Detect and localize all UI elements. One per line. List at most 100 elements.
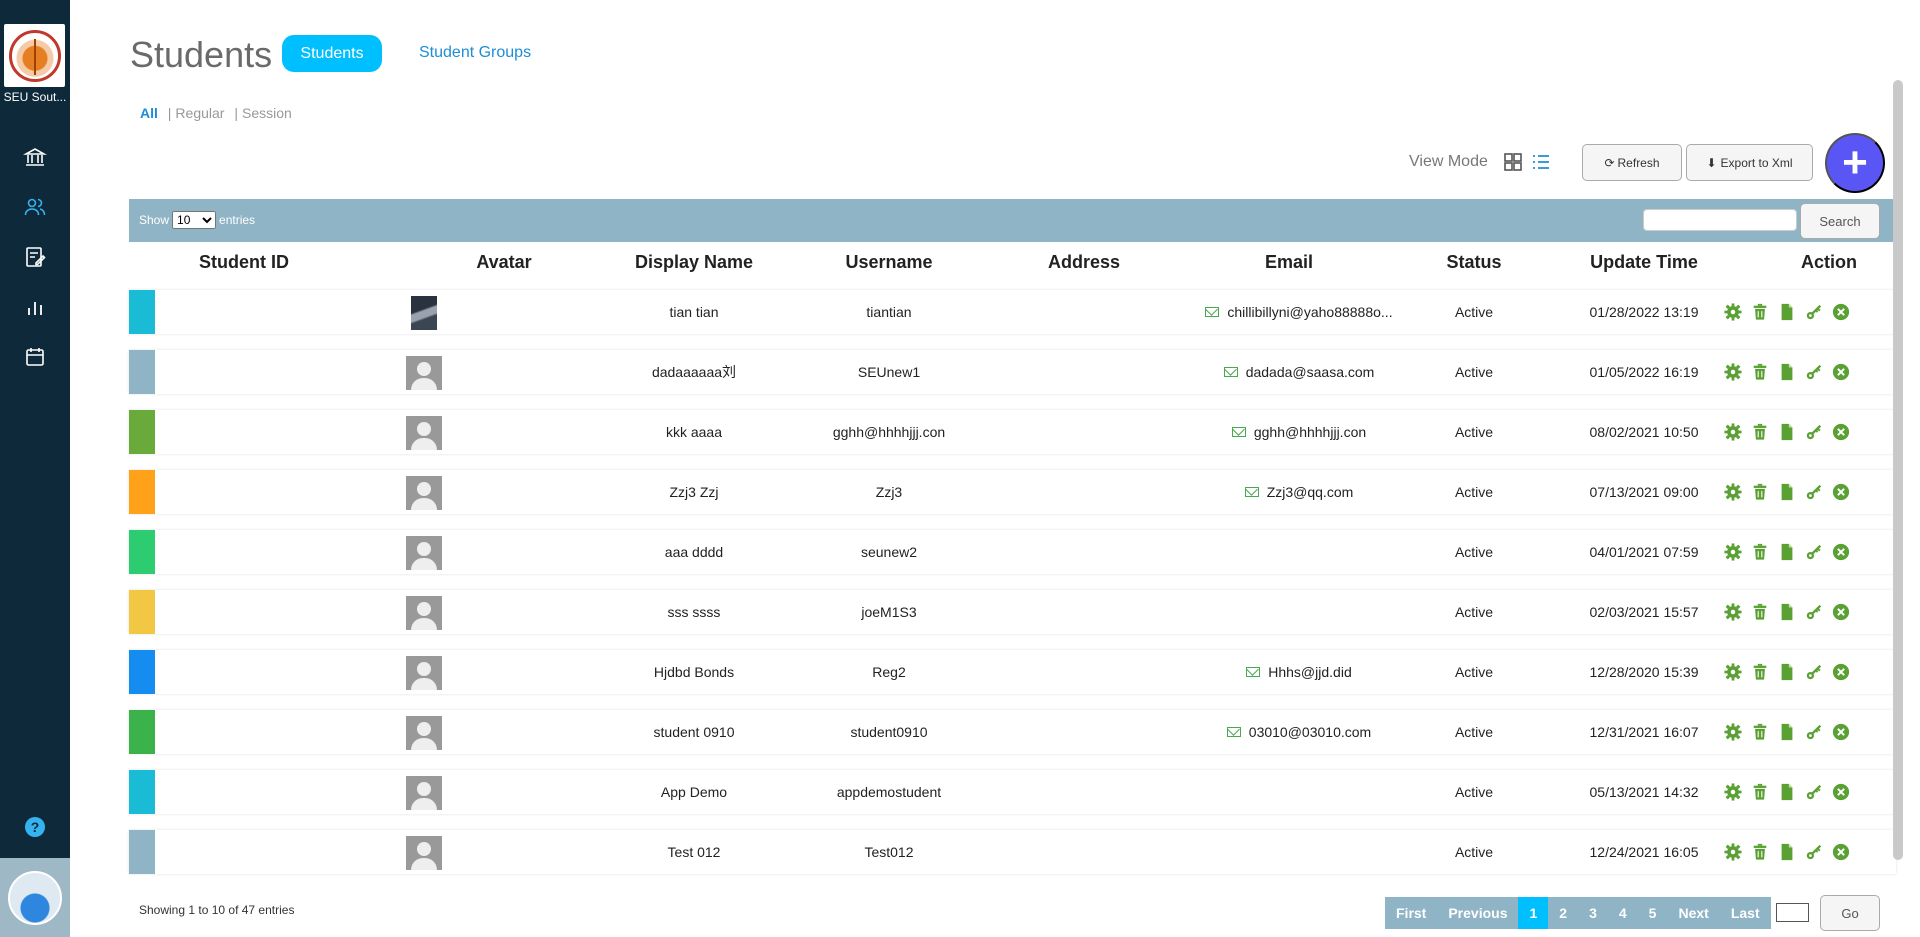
remove-icon[interactable]: [1832, 783, 1850, 801]
gear-icon[interactable]: [1724, 543, 1742, 561]
table-row[interactable]: Test 012 Test012 Active 12/24/2021 16:05: [129, 830, 1896, 874]
remove-icon[interactable]: [1832, 363, 1850, 381]
search-input[interactable]: [1643, 209, 1797, 231]
add-student-button[interactable]: +: [1825, 133, 1885, 193]
trash-icon[interactable]: [1751, 723, 1769, 741]
key-icon[interactable]: [1805, 603, 1823, 621]
user-avatar[interactable]: [0, 858, 70, 937]
page-1[interactable]: 1: [1518, 897, 1549, 929]
trash-icon[interactable]: [1751, 483, 1769, 501]
col-student-id[interactable]: Student ID: [159, 252, 329, 273]
document-icon[interactable]: [1778, 723, 1796, 741]
gear-icon[interactable]: [1724, 783, 1742, 801]
table-row[interactable]: App Demo appdemostudent Active 05/13/202…: [129, 770, 1896, 814]
remove-icon[interactable]: [1832, 663, 1850, 681]
gear-icon[interactable]: [1724, 603, 1742, 621]
gear-icon[interactable]: [1724, 363, 1742, 381]
page-last[interactable]: Last: [1720, 897, 1771, 929]
filter-all[interactable]: All: [140, 105, 158, 121]
gear-icon[interactable]: [1724, 423, 1742, 441]
tab-student-groups[interactable]: Student Groups: [419, 44, 531, 62]
document-icon[interactable]: [1778, 303, 1796, 321]
trash-icon[interactable]: [1751, 843, 1769, 861]
table-row[interactable]: student 0910 student0910 03010@03010.com…: [129, 710, 1896, 754]
key-icon[interactable]: [1805, 843, 1823, 861]
nav-bank-icon[interactable]: [20, 142, 50, 172]
document-icon[interactable]: [1778, 783, 1796, 801]
nav-bar-chart-icon[interactable]: [20, 292, 50, 322]
remove-icon[interactable]: [1832, 723, 1850, 741]
gear-icon[interactable]: [1724, 663, 1742, 681]
page-next[interactable]: Next: [1667, 897, 1719, 929]
search-button[interactable]: Search: [1800, 203, 1880, 239]
key-icon[interactable]: [1805, 423, 1823, 441]
org-logo[interactable]: [4, 24, 65, 87]
gear-icon[interactable]: [1724, 303, 1742, 321]
col-status[interactable]: Status: [1419, 252, 1529, 273]
filter-regular[interactable]: Regular: [175, 105, 224, 121]
trash-icon[interactable]: [1751, 423, 1769, 441]
remove-icon[interactable]: [1832, 423, 1850, 441]
key-icon[interactable]: [1805, 663, 1823, 681]
key-icon[interactable]: [1805, 303, 1823, 321]
document-icon[interactable]: [1778, 603, 1796, 621]
trash-icon[interactable]: [1751, 783, 1769, 801]
table-row[interactable]: tian tian tiantian chillibillyni@yaho888…: [129, 290, 1896, 334]
table-row[interactable]: sss ssss joeM1S3 Active 02/03/2021 15:57: [129, 590, 1896, 634]
trash-icon[interactable]: [1751, 363, 1769, 381]
document-icon[interactable]: [1778, 543, 1796, 561]
remove-icon[interactable]: [1832, 603, 1850, 621]
page-4[interactable]: 4: [1608, 897, 1638, 929]
document-icon[interactable]: [1778, 423, 1796, 441]
trash-icon[interactable]: [1751, 663, 1769, 681]
table-row[interactable]: Hjdbd Bonds Reg2 Hhhs@jjd.did Active 12/…: [129, 650, 1896, 694]
gear-icon[interactable]: [1724, 843, 1742, 861]
table-row[interactable]: aaa dddd seunew2 Active 04/01/2021 07:59: [129, 530, 1896, 574]
export-xml-button[interactable]: ⬇ Export to Xml: [1686, 144, 1813, 181]
trash-icon[interactable]: [1751, 543, 1769, 561]
key-icon[interactable]: [1805, 783, 1823, 801]
page-size-select[interactable]: 10: [172, 211, 217, 229]
page-5[interactable]: 5: [1638, 897, 1668, 929]
key-icon[interactable]: [1805, 483, 1823, 501]
trash-icon[interactable]: [1751, 603, 1769, 621]
nav-edit-form-icon[interactable]: [20, 242, 50, 272]
page-2[interactable]: 2: [1548, 897, 1578, 929]
list-view-icon[interactable]: [1531, 152, 1551, 172]
table-row[interactable]: Zzj3 Zzj Zzj3 Zzj3@qq.com Active 07/13/2…: [129, 470, 1896, 514]
key-icon[interactable]: [1805, 363, 1823, 381]
page-previous[interactable]: Previous: [1437, 897, 1518, 929]
help-icon[interactable]: ?: [25, 817, 45, 837]
document-icon[interactable]: [1778, 483, 1796, 501]
col-email[interactable]: Email: [1209, 252, 1369, 273]
table-row[interactable]: dadaaaaaa刘 SEUnew1 dadada@saasa.com Acti…: [129, 350, 1896, 394]
remove-icon[interactable]: [1832, 843, 1850, 861]
key-icon[interactable]: [1805, 723, 1823, 741]
document-icon[interactable]: [1778, 663, 1796, 681]
filter-session[interactable]: Session: [242, 105, 292, 121]
nav-calendar-icon[interactable]: [20, 342, 50, 372]
remove-icon[interactable]: [1832, 303, 1850, 321]
document-icon[interactable]: [1778, 363, 1796, 381]
grid-view-icon[interactable]: [1503, 152, 1523, 172]
key-icon[interactable]: [1805, 543, 1823, 561]
col-username[interactable]: Username: [814, 252, 964, 273]
table-row[interactable]: kkk aaaa gghh@hhhhjjj.con gghh@hhhhjjj.c…: [129, 410, 1896, 454]
page-3[interactable]: 3: [1578, 897, 1608, 929]
col-update-time[interactable]: Update Time: [1529, 252, 1759, 273]
remove-icon[interactable]: [1832, 543, 1850, 561]
col-display-name[interactable]: Display Name: [619, 252, 769, 273]
gear-icon[interactable]: [1724, 723, 1742, 741]
page-jump-input[interactable]: [1776, 903, 1809, 922]
remove-icon[interactable]: [1832, 483, 1850, 501]
page-first[interactable]: First: [1385, 897, 1437, 929]
tab-students[interactable]: Students: [282, 35, 382, 72]
nav-users-icon[interactable]: [20, 192, 50, 222]
gear-icon[interactable]: [1724, 483, 1742, 501]
go-button[interactable]: Go: [1820, 895, 1880, 931]
scrollbar[interactable]: [1893, 80, 1903, 860]
col-address[interactable]: Address: [1019, 252, 1149, 273]
refresh-button[interactable]: ⟳ Refresh: [1582, 144, 1682, 181]
trash-icon[interactable]: [1751, 303, 1769, 321]
document-icon[interactable]: [1778, 843, 1796, 861]
